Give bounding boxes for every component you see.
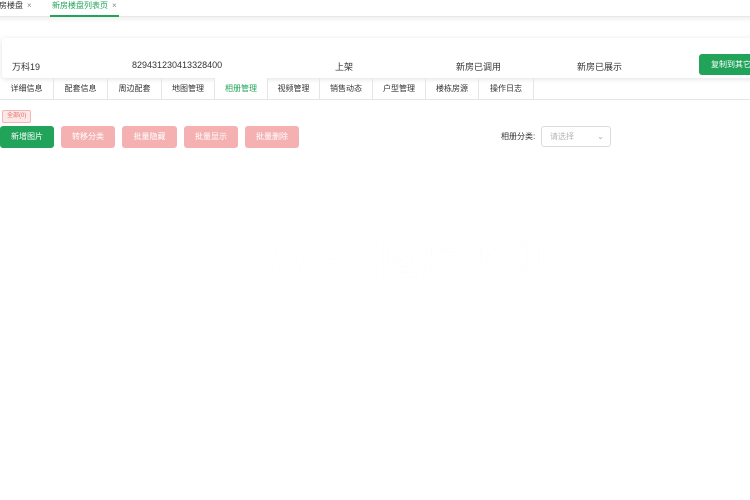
top-tab-label: 新房楼盘列表页 [52,1,108,10]
header-shadow [0,17,750,23]
tab-album-management[interactable]: 相册管理 [215,78,268,99]
top-tab-label: 房楼盘 [0,1,23,10]
tab-video-management[interactable]: 视频管理 [268,78,320,99]
album-category-label: 相册分类: [501,132,536,141]
close-icon[interactable]: × [112,1,117,10]
property-info-card: 万科19 829431230413328400 上架 新房已调用 新房已展示 [2,38,750,78]
add-image-button[interactable]: 新增图片 [0,126,54,148]
detail-tab-bar: 详细信息 配套信息 周边配套 地图管理 相册管理 视频管理 销售动态 户型管理 … [0,78,750,100]
move-category-button[interactable]: 转移分类 [61,126,115,148]
tab-building-units[interactable]: 楼栋房源 [426,78,479,99]
listing-status: 上架 [335,62,354,72]
property-name: 万科19 [12,62,41,72]
batch-delete-button[interactable]: 批量删除 [245,126,299,148]
select-placeholder: 请选择 [550,132,574,141]
album-category-select[interactable]: 请选择 ⌄ [541,126,611,147]
tab-operation-log[interactable]: 操作日志 [479,78,534,99]
top-tab-building-list[interactable]: 房楼盘 × [0,0,32,16]
tab-facility-info[interactable]: 配套信息 [54,78,108,99]
tab-sales-updates[interactable]: 销售动态 [320,78,373,99]
tab-details[interactable]: 详细信息 [0,78,54,99]
batch-show-button[interactable]: 批量显示 [184,126,238,148]
batch-hide-button[interactable]: 批量隐藏 [122,126,177,148]
watermark: WIRE图库水印 [268,239,549,283]
top-tab-bar: 房楼盘 × 新房楼盘列表页 × [0,0,750,17]
shown-status: 新房已展示 [577,62,623,72]
tab-nearby-facilities[interactable]: 周边配套 [108,78,162,99]
called-status: 新房已调用 [456,62,502,72]
close-icon[interactable]: × [27,1,32,10]
property-code: 829431230413328400 [132,60,223,70]
chevron-down-icon: ⌄ [597,132,604,141]
copy-to-other-button[interactable]: 复制到其它 [699,54,750,75]
tab-floor-plan-management[interactable]: 户型管理 [373,78,426,99]
all-count-badge[interactable]: 全部(0) [2,110,32,123]
top-tab-new-house-list[interactable]: 新房楼盘列表页 × [50,0,119,17]
tab-map-management[interactable]: 地图管理 [162,78,215,99]
